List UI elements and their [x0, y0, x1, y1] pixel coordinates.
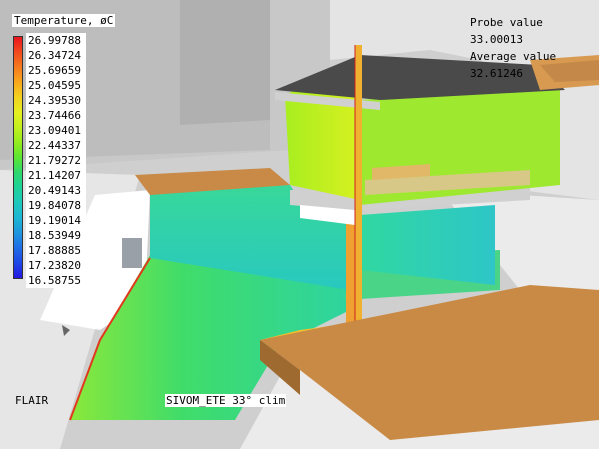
color-legend: Temperature, øC 26.99788 26.34724 25.69659… — [0, 0, 116, 288]
legend-title: Temperature, øC — [12, 14, 116, 27]
legend-value: 23.09401 — [28, 124, 81, 137]
legend-value: 25.69659 — [28, 64, 81, 77]
legend-value: 21.14207 — [28, 169, 81, 182]
legend-value: 17.88885 — [28, 244, 81, 257]
legend-value: 24.39530 — [28, 94, 81, 107]
probe-value: 33.00013 — [470, 33, 523, 46]
legend-value: 19.84078 — [28, 199, 81, 212]
case-name: SIVOM_ETE 33° clim — [165, 394, 287, 407]
legend-color-bar — [13, 36, 23, 279]
average-label: Average value — [470, 50, 557, 63]
app-name: FLAIR — [15, 394, 49, 407]
legend-value: 19.19014 — [28, 214, 81, 227]
legend-value: 25.04595 — [28, 79, 81, 92]
average-value: 32.61246 — [470, 67, 523, 80]
legend-value: 18.53949 — [28, 229, 81, 242]
legend-value: 16.58755 — [28, 274, 81, 287]
legend-value: 20.49143 — [28, 184, 81, 197]
legend-value: 17.23820 — [28, 259, 81, 272]
window-grille — [122, 238, 142, 268]
partition-wall — [355, 45, 362, 335]
legend-value: 21.79272 — [28, 154, 81, 167]
3d-viewport[interactable]: Temperature, øC 26.99788 26.34724 25.69659… — [0, 0, 599, 449]
background-panel-upper — [180, 0, 270, 125]
legend-value: 26.34724 — [28, 49, 81, 62]
legend-value: 23.74466 — [28, 109, 81, 122]
legend-value: 22.44337 — [28, 139, 81, 152]
probe-label: Probe value — [470, 16, 543, 29]
legend-labels: 26.99788 26.34724 25.69659 25.04595 24.39530… — [26, 33, 86, 288]
probe-panel: Probe value 33.00013 Average value 32.61… — [470, 14, 556, 82]
legend-value: 26.99788 — [28, 34, 81, 47]
